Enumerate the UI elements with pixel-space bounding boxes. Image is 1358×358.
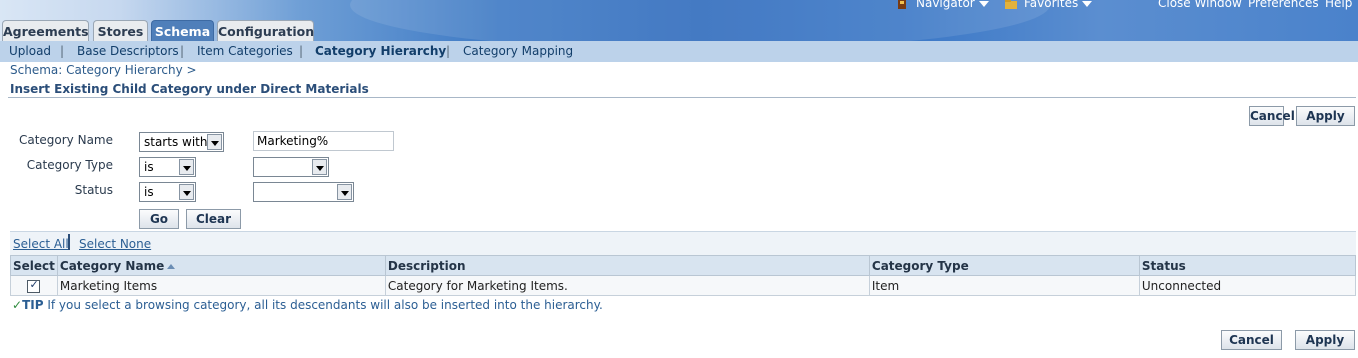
selection-divider — [68, 234, 70, 250]
tab-agreements[interactable]: Agreements — [2, 20, 89, 41]
column-header-category-name-label: Category Name — [59, 258, 165, 273]
category-type-cell: Item — [868, 275, 1140, 296]
select-all-link[interactable]: Select All — [13, 237, 69, 251]
apply-button[interactable]: Apply — [1296, 106, 1355, 126]
category-name-cell: Marketing Items — [56, 275, 386, 296]
cancel-button[interactable]: Cancel — [1249, 106, 1295, 126]
select-none-link[interactable]: Select None — [79, 237, 151, 251]
category-name-operator-value: starts with — [144, 135, 208, 149]
title-divider — [8, 97, 1356, 98]
clear-button[interactable]: Clear — [186, 209, 241, 229]
navigator-label: Navigator — [916, 0, 975, 10]
favorites-icon — [1004, 0, 1017, 10]
subnav-separator: | — [180, 44, 185, 58]
category-type-value-select[interactable] — [253, 157, 329, 177]
column-header-category-type: Category Type — [868, 255, 1140, 276]
subnav-separator: | — [60, 44, 65, 58]
status-label: Status — [74, 183, 113, 197]
sub-navigation: Upload | Base Descriptors | Item Categor… — [0, 41, 1358, 62]
column-header-select: Select — [10, 255, 58, 276]
row-select-cell — [10, 275, 58, 296]
chevron-down-icon — [312, 159, 327, 175]
status-value-select[interactable] — [253, 182, 354, 202]
go-button[interactable]: Go — [139, 209, 179, 229]
description-cell: Category for Marketing Items. — [384, 275, 870, 296]
help-link[interactable]: Help — [1325, 0, 1352, 10]
table-row: Marketing Items Category for Marketing I… — [10, 275, 1357, 296]
tab-stores[interactable]: Stores — [93, 20, 148, 41]
tab-configuration[interactable]: Configuration — [217, 20, 314, 41]
close-window-link[interactable]: Close Window — [1158, 0, 1242, 10]
subnav-base-descriptors[interactable]: Base Descriptors — [77, 44, 179, 58]
apply-button-bottom[interactable]: Apply — [1295, 330, 1355, 350]
column-header-description: Description — [384, 255, 870, 276]
subnav-item-categories[interactable]: Item Categories — [197, 44, 293, 58]
chevron-down-icon — [978, 0, 989, 7]
category-type-operator-value: is — [144, 160, 154, 174]
chevron-down-icon — [179, 159, 194, 175]
chevron-down-icon — [179, 184, 194, 200]
category-name-label: Category Name — [18, 133, 113, 147]
navigator-icon — [896, 0, 908, 10]
tab-schema[interactable]: Schema — [151, 20, 214, 41]
category-name-operator-select[interactable]: starts with — [139, 132, 224, 152]
breadcrumb[interactable]: Schema: Category Hierarchy > — [10, 63, 197, 77]
table-header-row: Select Category Name Description Categor… — [10, 255, 1357, 276]
navigator-menu[interactable]: Navigator — [896, 0, 989, 10]
status-cell: Unconnected — [1138, 275, 1357, 296]
results-table: Select Category Name Description Categor… — [10, 255, 1357, 296]
tip-text: If you select a browsing category, all i… — [43, 298, 603, 312]
category-name-input[interactable]: Marketing% — [253, 131, 394, 151]
tip-label: TIP — [22, 298, 44, 312]
global-header: Navigator Favorites Close Window Prefere… — [0, 0, 1358, 41]
category-type-label: Category Type — [26, 158, 113, 172]
chevron-down-icon — [1082, 0, 1093, 7]
cancel-button-bottom[interactable]: Cancel — [1221, 330, 1282, 350]
selection-bar: Select All Select None — [10, 231, 1356, 256]
column-header-status: Status — [1138, 255, 1357, 276]
page-title: Insert Existing Child Category under Dir… — [10, 82, 369, 96]
row-select-checkbox[interactable] — [27, 278, 41, 293]
favorites-label: Favorites — [1024, 0, 1079, 10]
subnav-separator: | — [446, 44, 451, 58]
subnav-upload[interactable]: Upload — [9, 44, 51, 58]
favorites-menu[interactable]: Favorites — [1004, 0, 1093, 10]
chevron-down-icon — [207, 134, 222, 150]
preferences-link[interactable]: Preferences — [1248, 0, 1319, 10]
tip-message: ✓TIP If you select a browsing category, … — [12, 298, 603, 312]
status-operator-select[interactable]: is — [139, 182, 196, 202]
chevron-down-icon — [337, 184, 352, 200]
category-type-operator-select[interactable]: is — [139, 157, 196, 177]
subnav-category-hierarchy[interactable]: Category Hierarchy — [315, 44, 446, 58]
status-operator-value: is — [144, 185, 154, 199]
subnav-separator: | — [299, 44, 304, 58]
column-header-category-name[interactable]: Category Name — [56, 255, 386, 276]
sort-ascending-icon — [167, 263, 176, 269]
subnav-category-mapping[interactable]: Category Mapping — [463, 44, 573, 58]
checkmark-icon: ✓ — [12, 298, 23, 312]
